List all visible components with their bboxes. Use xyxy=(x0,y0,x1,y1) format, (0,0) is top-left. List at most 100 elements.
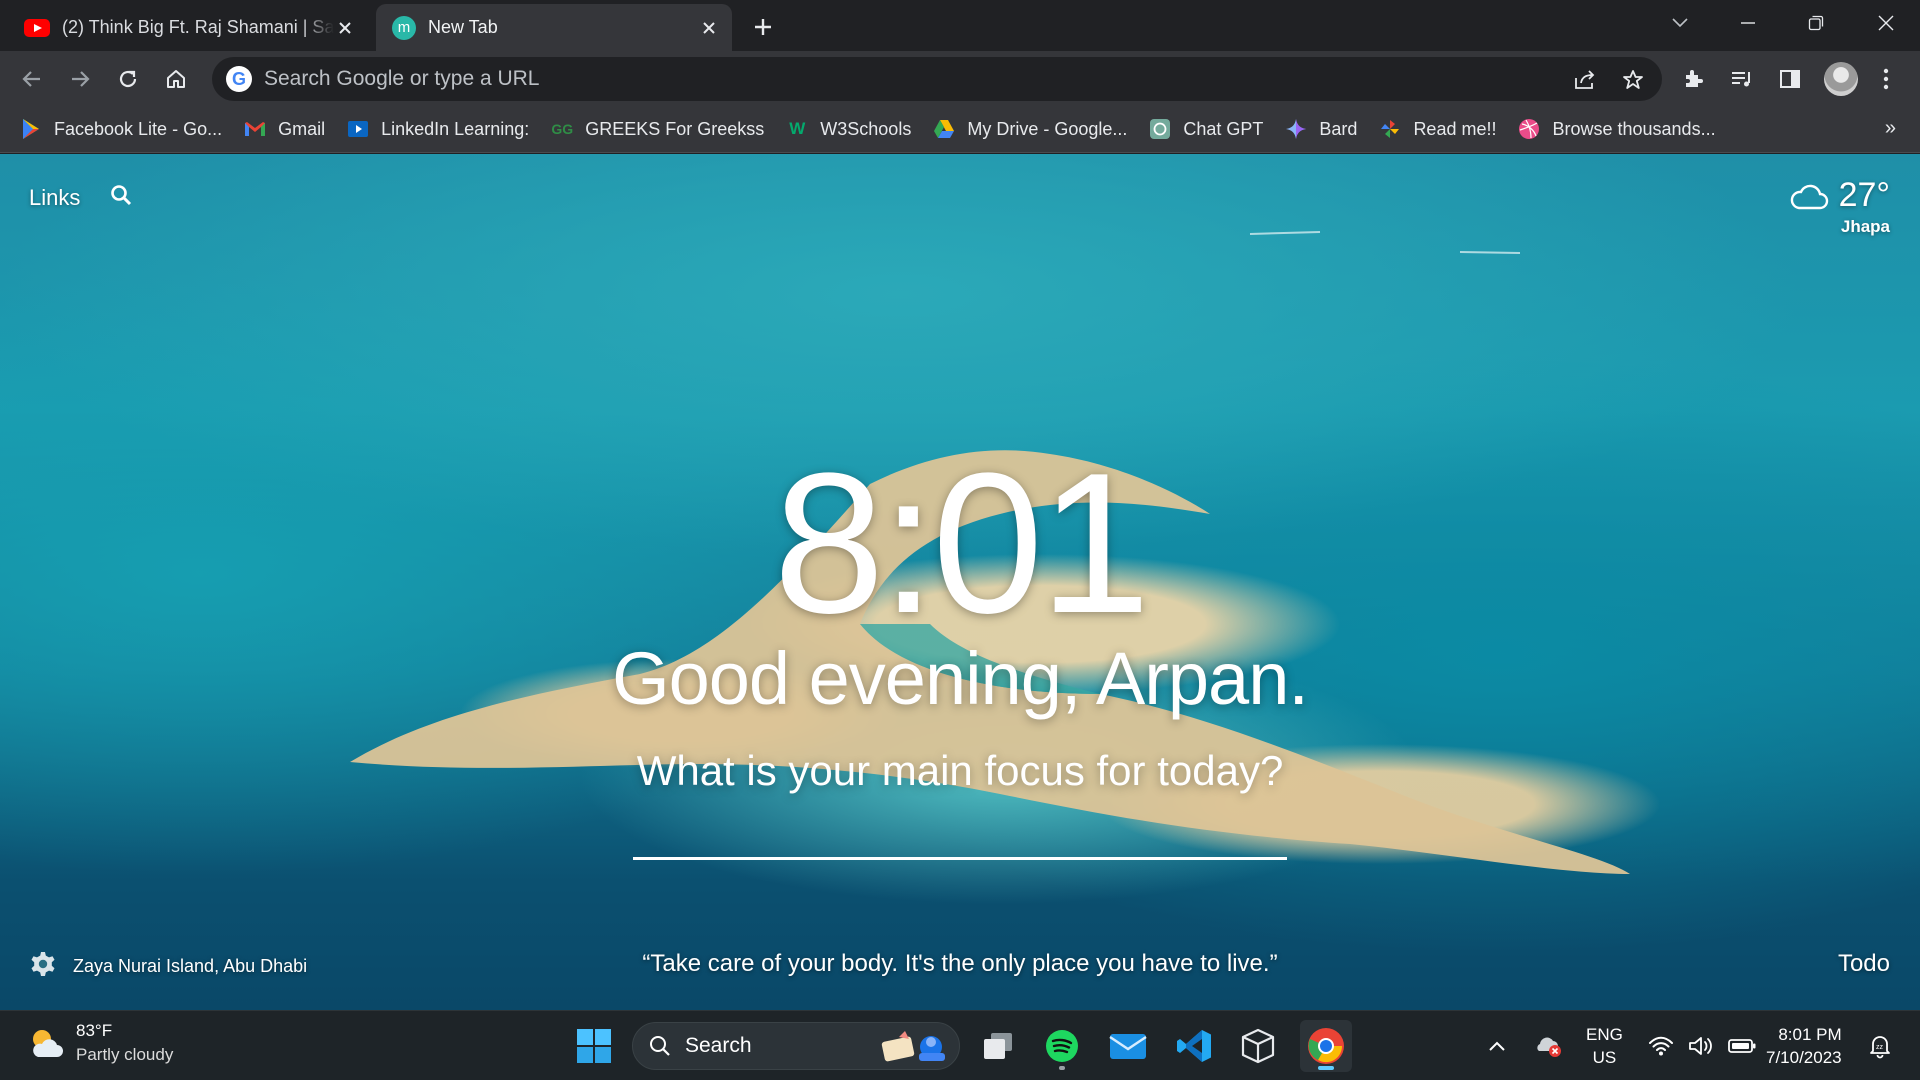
search-icon[interactable] xyxy=(110,184,132,212)
links-label[interactable]: Links xyxy=(29,185,80,211)
tab-new-tab[interactable]: m New Tab xyxy=(376,4,732,51)
bookmark-label: Read me!! xyxy=(1413,118,1497,139)
mail-icon xyxy=(1109,1034,1147,1059)
bookmarks-overflow-icon[interactable]: » xyxy=(1885,117,1896,140)
task-view-button[interactable] xyxy=(972,1020,1024,1072)
vscode-icon xyxy=(1177,1030,1211,1062)
close-tab-icon[interactable] xyxy=(698,17,720,39)
bard-icon xyxy=(1285,118,1307,140)
language-region: US xyxy=(1592,1048,1617,1067)
minimize-button[interactable] xyxy=(1728,6,1768,40)
taskbar-date: 7/10/2023 xyxy=(1766,1048,1842,1067)
wifi-icon xyxy=(1649,1036,1673,1056)
language-code: ENG xyxy=(1586,1025,1623,1044)
taskbar-spotify[interactable] xyxy=(1036,1020,1088,1072)
momentum-icon: m xyxy=(392,15,416,40)
taskbar-virtualbox[interactable] xyxy=(1232,1020,1284,1072)
w3schools-icon: W xyxy=(789,119,806,138)
bookmark-label: Chat GPT xyxy=(1183,118,1264,139)
bookmark-label: Facebook Lite - Go... xyxy=(54,118,223,139)
geeksforgeeks-icon: GG xyxy=(551,121,574,137)
partly-cloudy-icon xyxy=(33,1030,63,1057)
youtube-icon xyxy=(24,18,50,37)
search-highlight-icon xyxy=(881,1031,945,1062)
tab-title: New Tab xyxy=(428,17,498,37)
windows-taskbar: 83°F Partly cloudy Search ENG US 8:01 PM… xyxy=(0,1010,1920,1080)
taskbar-vscode[interactable] xyxy=(1168,1020,1220,1072)
bookmarks-bar: Facebook Lite - Go... Gmail LinkedIn Lea… xyxy=(0,106,1920,153)
taskbar-chrome[interactable] xyxy=(1300,1020,1352,1072)
profile-avatar[interactable] xyxy=(1824,62,1858,96)
forward-button[interactable] xyxy=(64,63,96,95)
notifications-button[interactable]: zz xyxy=(1868,1011,1892,1080)
omnibox-input[interactable] xyxy=(264,67,1662,91)
show-hidden-icons-button[interactable] xyxy=(1488,1011,1506,1080)
address-bar[interactable]: G xyxy=(212,57,1662,101)
bookmark-linkedin-learning[interactable]: LinkedIn Learning: xyxy=(347,118,529,140)
bookmark-label: Bard xyxy=(1319,118,1358,139)
onedrive-status[interactable] xyxy=(1534,1011,1562,1080)
new-tab-button[interactable] xyxy=(748,12,778,42)
bookmark-bard[interactable]: Bard xyxy=(1285,118,1357,140)
close-window-button[interactable] xyxy=(1866,6,1906,40)
cloud-icon xyxy=(1790,184,1828,209)
bookmark-star-icon[interactable] xyxy=(1618,65,1648,95)
bookmark-label: W3Schools xyxy=(820,118,912,139)
tab-strip: (2) Think Big Ft. Raj Shamani | Sar m Ne… xyxy=(0,0,1920,51)
taskbar-search[interactable]: Search xyxy=(632,1022,960,1070)
onedrive-error-icon xyxy=(1537,1037,1561,1057)
taskbar-clock[interactable]: 8:01 PM 7/10/2023 xyxy=(1766,1023,1842,1069)
side-panel-icon[interactable] xyxy=(1774,63,1806,95)
quick-settings[interactable] xyxy=(1648,1011,1756,1080)
bookmark-label: GREEKS For Greekss xyxy=(585,118,765,139)
bookmark-facebook-lite[interactable]: Facebook Lite - Go... xyxy=(20,118,222,140)
restore-button[interactable] xyxy=(1796,6,1836,40)
volume-icon xyxy=(1689,1037,1712,1055)
bookmark-label: My Drive - Google... xyxy=(967,118,1128,139)
weather-temperature: 27° xyxy=(1838,176,1890,214)
bookmark-chat-gpt[interactable]: Chat GPT xyxy=(1149,118,1263,140)
back-button[interactable] xyxy=(16,63,48,95)
battery-icon xyxy=(1728,1039,1756,1053)
virtualbox-icon xyxy=(1241,1028,1275,1064)
bookmark-dribbble[interactable]: Browse thousands... xyxy=(1518,118,1716,140)
bookmark-label: Gmail xyxy=(278,118,326,139)
taskbar-time: 8:01 PM xyxy=(1778,1025,1842,1044)
start-button[interactable] xyxy=(568,1020,620,1072)
home-button[interactable] xyxy=(160,63,192,95)
chrome-menu-icon[interactable] xyxy=(1870,63,1902,95)
close-tab-icon[interactable] xyxy=(334,17,356,39)
language-indicator[interactable]: ENG US xyxy=(1586,1023,1623,1069)
google-play-icon xyxy=(20,118,42,140)
taskbar-search-label: Search xyxy=(685,1034,752,1057)
spotify-icon xyxy=(1046,1030,1078,1062)
focus-input[interactable] xyxy=(633,800,1287,860)
taskbar-weather-widget[interactable]: 83°F Partly cloudy xyxy=(28,1019,173,1067)
windows-logo-icon xyxy=(577,1029,611,1063)
dribbble-icon xyxy=(1518,118,1540,140)
taskbar-temperature: 83°F xyxy=(76,1021,113,1040)
weather-widget[interactable]: 27° Jhapa xyxy=(1789,176,1890,237)
chatgpt-icon xyxy=(1149,118,1171,140)
links-menu[interactable]: Links xyxy=(29,184,132,212)
pinwheel-icon xyxy=(1379,118,1401,140)
svg-text:zz: zz xyxy=(1876,1044,1884,1051)
extensions-icon[interactable] xyxy=(1678,63,1710,95)
taskbar-mail[interactable] xyxy=(1102,1020,1154,1072)
chevron-up-icon xyxy=(1489,1041,1505,1051)
todo-button[interactable]: Todo xyxy=(1838,950,1890,978)
bookmark-google-drive[interactable]: My Drive - Google... xyxy=(933,118,1127,140)
bookmark-read-me[interactable]: Read me!! xyxy=(1379,118,1496,140)
linkedin-learning-icon xyxy=(347,118,369,140)
reload-button[interactable] xyxy=(112,63,144,95)
media-queue-icon[interactable] xyxy=(1726,63,1758,95)
daily-quote[interactable]: “Take care of your body. It's the only p… xyxy=(0,950,1920,978)
momentum-dashboard: Links 27° Jhapa 8:01 Good evening, Arpan… xyxy=(0,154,1920,1010)
bookmark-gmail[interactable]: Gmail xyxy=(244,118,325,140)
tab-search-icon[interactable] xyxy=(1660,6,1700,40)
task-view-icon xyxy=(984,1033,1012,1059)
bookmark-w3schools[interactable]: W W3Schools xyxy=(786,118,911,140)
tab-youtube[interactable]: (2) Think Big Ft. Raj Shamani | Sar xyxy=(8,4,368,51)
share-icon[interactable] xyxy=(1570,65,1600,95)
bookmark-geeksforgeeks[interactable]: GG GREEKS For Greekss xyxy=(551,118,764,140)
